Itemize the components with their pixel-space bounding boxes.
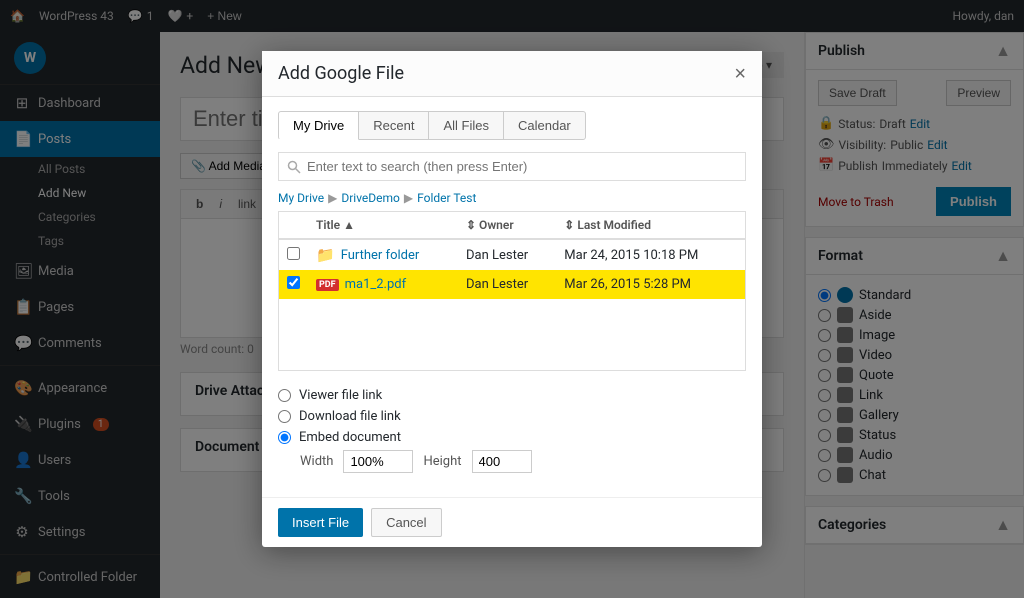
file-name-cell-folder: 📁 Further folder xyxy=(308,239,458,270)
embed-options: Width Height xyxy=(300,450,746,473)
modal-header: Add Google File × xyxy=(262,51,762,97)
folder-icon: 📁 xyxy=(316,246,335,264)
modal-tabs: My Drive Recent All Files Calendar xyxy=(278,111,746,140)
add-google-file-modal: Add Google File × My Drive Recent All Fi… xyxy=(262,51,762,547)
file-link-folder[interactable]: Further folder xyxy=(341,248,420,263)
table-header-row: Title ▲ ⇕ Owner ⇕ Last Modified xyxy=(279,212,745,239)
checkbox-folder[interactable] xyxy=(287,247,300,260)
file-owner-folder: Dan Lester xyxy=(458,239,556,270)
tab-all-files[interactable]: All Files xyxy=(428,111,504,140)
embed-document-option[interactable]: Embed document xyxy=(278,427,746,448)
embed-label: Embed document xyxy=(299,430,401,445)
viewer-radio[interactable] xyxy=(278,389,291,402)
modal-body: My Drive Recent All Files Calendar My Dr… xyxy=(262,97,762,497)
download-label: Download file link xyxy=(299,409,401,424)
row-check-folder[interactable] xyxy=(279,239,308,270)
breadcrumb-sep-2: ▶ xyxy=(404,191,413,205)
file-table: Title ▲ ⇕ Owner ⇕ Last Modified xyxy=(279,212,745,299)
modal-search-input[interactable] xyxy=(278,152,746,181)
breadcrumb-drive-demo[interactable]: DriveDemo xyxy=(341,191,400,205)
tab-my-drive[interactable]: My Drive xyxy=(278,111,359,140)
file-breadcrumb: My Drive ▶ DriveDemo ▶ Folder Test xyxy=(278,191,746,205)
modal-radio-group: Viewer file link Download file link Embe… xyxy=(278,385,746,473)
file-owner-pdf: Dan Lester xyxy=(458,270,556,299)
modal-footer: Insert File Cancel xyxy=(262,497,762,547)
download-radio[interactable] xyxy=(278,410,291,423)
file-modified-folder: Mar 24, 2015 10:18 PM xyxy=(556,239,745,270)
download-file-link-option[interactable]: Download file link xyxy=(278,406,746,427)
embed-height-label: Height xyxy=(423,454,461,469)
modal-title: Add Google File xyxy=(278,63,404,84)
table-row[interactable]: 📁 Further folder Dan Lester Mar 24, 2015… xyxy=(279,239,745,270)
tab-recent[interactable]: Recent xyxy=(358,111,429,140)
checkbox-pdf[interactable] xyxy=(287,276,300,289)
viewer-file-link-option[interactable]: Viewer file link xyxy=(278,385,746,406)
col-owner: ⇕ Owner xyxy=(458,212,556,239)
row-check-pdf[interactable] xyxy=(279,270,308,299)
breadcrumb-sep-1: ▶ xyxy=(328,191,337,205)
col-check xyxy=(279,212,308,239)
file-table-container: Title ▲ ⇕ Owner ⇕ Last Modified xyxy=(278,211,746,371)
cancel-button[interactable]: Cancel xyxy=(371,508,441,537)
table-row[interactable]: PDF ma1_2.pdf Dan Lester Mar 26, 2015 5:… xyxy=(279,270,745,299)
sort-arrow-icon: ▲ xyxy=(343,218,355,232)
col-modified: ⇕ Last Modified xyxy=(556,212,745,239)
viewer-label: Viewer file link xyxy=(299,388,382,403)
insert-file-button[interactable]: Insert File xyxy=(278,508,363,537)
embed-width-label: Width xyxy=(300,454,333,469)
tab-calendar[interactable]: Calendar xyxy=(503,111,586,140)
file-modified-pdf: Mar 26, 2015 5:28 PM xyxy=(556,270,745,299)
embed-radio[interactable] xyxy=(278,431,291,444)
embed-height-input[interactable] xyxy=(472,450,532,473)
file-link-pdf[interactable]: ma1_2.pdf xyxy=(345,277,407,292)
modal-close-button[interactable]: × xyxy=(734,64,746,84)
file-name-cell-pdf: PDF ma1_2.pdf xyxy=(308,270,458,299)
col-title: Title ▲ xyxy=(308,212,458,239)
pdf-icon: PDF xyxy=(316,279,339,291)
modal-overlay[interactable]: Add Google File × My Drive Recent All Fi… xyxy=(0,0,1024,598)
breadcrumb-my-drive[interactable]: My Drive xyxy=(278,191,324,205)
embed-width-input[interactable] xyxy=(343,450,413,473)
breadcrumb-folder-test[interactable]: Folder Test xyxy=(417,191,476,205)
